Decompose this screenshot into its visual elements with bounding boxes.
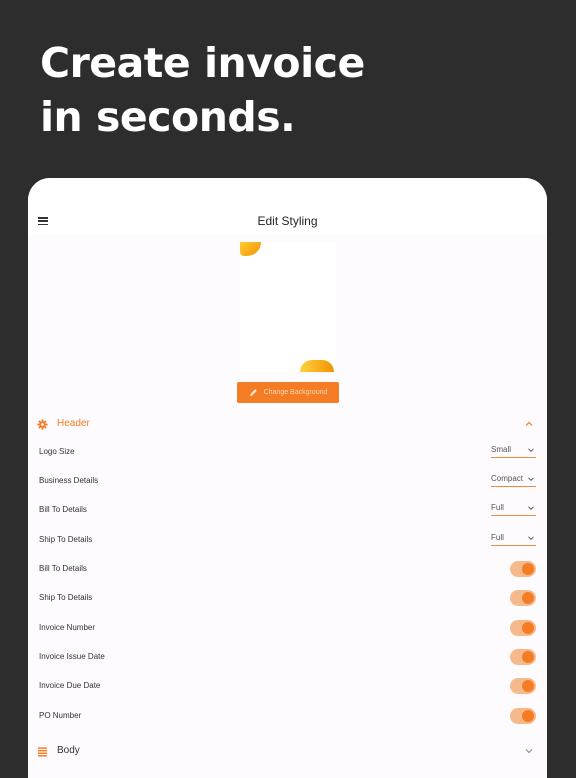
chevron-down-icon <box>528 477 534 482</box>
body-section-toggle[interactable]: Body <box>28 740 547 762</box>
list-icon <box>37 747 48 757</box>
toggle-knob <box>522 710 534 722</box>
invoice-due-date-label: Invoice Due Date <box>39 681 101 690</box>
invoice-due-date-row: Invoice Due Date <box>28 672 547 700</box>
logo-size-label: Logo Size <box>39 447 75 456</box>
bill-to-details-toggle-row: Bill To Details <box>28 555 547 583</box>
headline: Create invoice in seconds. <box>40 36 365 144</box>
logo-size-value: Small <box>491 445 512 454</box>
invoice-number-toggle[interactable] <box>510 620 536 636</box>
header-section-toggle[interactable]: Header <box>28 413 547 435</box>
invoice-issue-date-toggle[interactable] <box>510 649 536 665</box>
change-background-label: Change Background <box>263 389 328 396</box>
logo-size-row: Logo Size Small <box>28 438 547 466</box>
chevron-down-icon[interactable] <box>524 746 534 756</box>
toggle-knob <box>522 680 534 692</box>
business-details-select[interactable]: Compact <box>491 472 536 487</box>
body-section-title: Body <box>57 745 80 756</box>
ship-to-details-toggle-row: Ship To Details <box>28 584 547 612</box>
preview-top-shape <box>240 242 261 256</box>
invoice-issue-date-row: Invoice Issue Date <box>28 643 547 671</box>
preview-dots <box>244 364 261 372</box>
chevron-down-icon <box>528 506 534 511</box>
toggle-knob <box>522 592 534 604</box>
ship-to-details-select[interactable]: Full <box>491 531 536 546</box>
bill-to-details-value: Full <box>491 503 504 512</box>
ship-to-details-select-label: Ship To Details <box>39 535 93 544</box>
invoice-number-label: Invoice Number <box>39 623 96 632</box>
bill-to-details-select-row: Bill To Details Full <box>28 496 547 524</box>
business-details-row: Business Details Compact <box>28 467 547 495</box>
chevron-up-icon[interactable] <box>524 419 534 429</box>
po-number-toggle[interactable] <box>510 708 536 724</box>
headline-line-1: Create invoice <box>40 39 365 87</box>
invoice-number-row: Invoice Number <box>28 614 547 642</box>
toggle-knob <box>522 651 534 663</box>
invoice-due-date-toggle[interactable] <box>510 678 536 694</box>
ship-to-details-toggle-label: Ship To Details <box>39 593 93 602</box>
ship-to-details-select-row: Ship To Details Full <box>28 526 547 554</box>
headline-line-2: in seconds. <box>40 93 296 141</box>
toggle-knob <box>522 563 534 575</box>
toggle-knob <box>522 622 534 634</box>
logo-size-select[interactable]: Small <box>491 443 536 458</box>
pencil-icon <box>249 389 257 397</box>
header-section-title: Header <box>57 418 90 429</box>
chevron-down-icon <box>528 448 534 453</box>
ship-to-details-value: Full <box>491 533 504 542</box>
gear-icon <box>37 419 48 430</box>
ship-to-details-toggle[interactable] <box>510 590 536 606</box>
po-number-row: PO Number <box>28 702 547 730</box>
bill-to-details-select[interactable]: Full <box>491 501 536 516</box>
preview-bottom-shape <box>300 360 334 372</box>
business-details-label: Business Details <box>39 476 99 485</box>
change-background-button[interactable]: Change Background <box>237 382 339 403</box>
page-title: Edit Styling <box>257 214 318 228</box>
po-number-label: PO Number <box>39 711 82 720</box>
invoice-preview <box>240 242 336 372</box>
bill-to-details-toggle[interactable] <box>510 561 536 577</box>
bill-to-details-toggle-label: Bill To Details <box>39 564 87 573</box>
business-details-value: Compact <box>491 474 524 483</box>
bill-to-details-select-label: Bill To Details <box>39 505 87 514</box>
device-screen: Edit Styling Change Background Header Lo… <box>28 178 547 778</box>
invoice-issue-date-label: Invoice Issue Date <box>39 652 105 661</box>
chevron-down-icon <box>528 536 534 541</box>
top-bar: Edit Styling <box>28 178 547 234</box>
